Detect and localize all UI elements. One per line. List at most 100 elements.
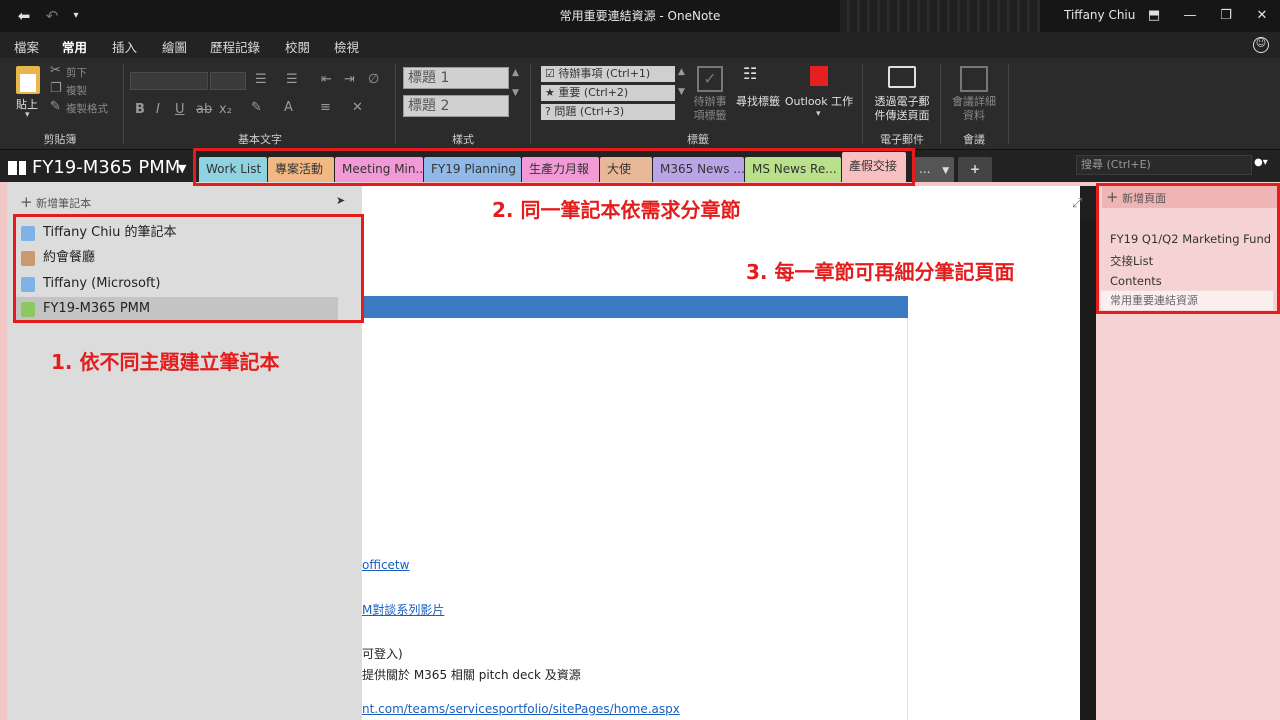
restore-button[interactable]: ❐ <box>1214 4 1238 28</box>
indent-icon[interactable]: ⇥ <box>344 72 355 87</box>
paste-icon[interactable] <box>16 66 40 94</box>
undo-icon[interactable]: ↶ <box>42 6 62 26</box>
numbered-list-icon[interactable]: ☰ <box>286 72 298 87</box>
annotation-sections: 2. 同一筆記本依需求分章節 <box>492 198 741 222</box>
section-more-label: ... <box>919 162 931 176</box>
content-link-text: M對談系列影片 <box>362 603 445 617</box>
add-section-button[interactable]: + <box>958 157 992 182</box>
delete-icon[interactable]: ✕ <box>352 100 363 115</box>
copy-button[interactable]: 複製 <box>66 83 87 98</box>
tab-review[interactable]: 校閱 <box>285 37 310 56</box>
highlight-icon[interactable]: ✎ <box>251 100 262 115</box>
feedback-smiley-icon[interactable]: ☺ <box>1253 37 1269 53</box>
canvas-scrollbar[interactable] <box>1080 222 1096 720</box>
bold-icon[interactable]: B <box>135 102 145 117</box>
todo-tag-button[interactable]: 待辦事 項標籤 <box>690 95 730 123</box>
pin-icon[interactable]: ➤ <box>336 194 345 207</box>
expand-icon[interactable]: ⤢ <box>1072 196 1082 211</box>
close-button[interactable]: ✕ <box>1250 4 1274 28</box>
group-label-basic-text: 基本文字 <box>238 133 282 146</box>
clear-formatting-icon[interactable]: ∅ <box>368 72 379 87</box>
minimize-button[interactable]: — <box>1178 4 1202 28</box>
tag-scroll-down-icon[interactable]: ▼ <box>678 87 685 97</box>
user-name[interactable]: Tiffany Chiu <box>1064 8 1135 22</box>
outlook-task-button[interactable]: Outlook 工作 <box>782 95 856 109</box>
tag-important[interactable]: ★ 重要 (Ctrl+2) <box>541 85 675 101</box>
window-title: 常用重要連結資源 - OneNote <box>559 9 721 23</box>
back-icon[interactable]: ⬅ <box>14 6 34 26</box>
ribbon-separator <box>940 64 941 144</box>
font-size-select[interactable] <box>210 72 246 90</box>
style-heading2[interactable]: 標題 2 <box>403 95 509 117</box>
italic-icon[interactable]: I <box>156 102 160 117</box>
format-painter-button[interactable]: 複製格式 <box>66 101 108 116</box>
content-link[interactable]: officetw <box>362 558 409 572</box>
meeting-details-line2: 資料 <box>963 109 985 122</box>
quick-access-dropdown-icon[interactable]: ▾ <box>66 6 86 26</box>
tag-question-label: 問題 (Ctrl+3) <box>554 105 625 118</box>
search-input[interactable]: 搜尋 (Ctrl+E) <box>1076 155 1252 175</box>
tab-draw[interactable]: 繪圖 <box>162 37 187 56</box>
ribbon-separator <box>862 64 863 144</box>
email-icon[interactable] <box>888 66 916 88</box>
paste-dropdown-icon[interactable]: ▾ <box>25 110 30 120</box>
email-page-line2: 件傳送頁面 <box>874 109 930 122</box>
copy-icon[interactable]: ❐ <box>50 81 62 96</box>
style-scroll-down-icon[interactable]: ▼ <box>512 88 519 98</box>
meeting-details-icon[interactable] <box>960 66 988 92</box>
ribbon-separator <box>530 64 531 144</box>
align-icon[interactable]: ≡ <box>320 100 331 115</box>
outlook-flag-icon[interactable] <box>810 66 828 86</box>
tab-insert[interactable]: 插入 <box>112 37 137 56</box>
tag-question[interactable]: ? 問題 (Ctrl+3) <box>541 104 675 120</box>
tag-todo[interactable]: ☑ 待辦事項 (Ctrl+1) <box>541 66 675 82</box>
todo-tag-icon[interactable]: ✓ <box>697 66 723 92</box>
ribbon-display-icon[interactable]: ⬒ <box>1142 4 1166 28</box>
tab-history[interactable]: 歷程記錄 <box>210 37 260 56</box>
meeting-details-button[interactable]: 會議詳細 資料 <box>946 95 1002 123</box>
underline-icon[interactable]: U <box>175 102 185 117</box>
title-decoration <box>840 0 1040 32</box>
outlook-dropdown-icon[interactable]: ▾ <box>816 109 821 119</box>
tag-scroll-up-icon[interactable]: ▲ <box>678 67 685 77</box>
outdent-icon[interactable]: ⇤ <box>321 72 332 87</box>
style-heading1[interactable]: 標題 1 <box>403 67 509 89</box>
annotation-notebooks: 1. 依不同主題建立筆記本 <box>51 350 280 374</box>
content-link[interactable]: M對談系列影片 <box>362 601 444 618</box>
notebook-icon[interactable] <box>8 161 26 175</box>
find-tags-icon[interactable]: ☷ <box>743 64 771 94</box>
tab-home[interactable]: 常用 <box>62 37 88 62</box>
find-tags-button[interactable]: 尋找標籤 <box>731 95 785 109</box>
notebook-dropdown-icon[interactable]: ▼ <box>178 162 186 175</box>
current-notebook[interactable]: FY19-M365 PMM <box>32 157 180 178</box>
group-label-meetings: 會議 <box>963 133 985 146</box>
cut-button[interactable]: 剪下 <box>66 65 87 80</box>
style-scroll-up-icon[interactable]: ▲ <box>512 68 519 78</box>
section-more-tab[interactable]: ... ▼ <box>912 157 954 182</box>
font-family-select[interactable] <box>130 72 208 90</box>
tab-file[interactable]: 檔案 <box>14 37 39 56</box>
tab-view[interactable]: 檢視 <box>334 37 359 56</box>
cut-icon[interactable]: ✂ <box>50 63 61 78</box>
subscript-icon[interactable]: x₂ <box>219 102 232 117</box>
bullet-list-icon[interactable]: ☰ <box>255 72 267 87</box>
format-painter-icon[interactable]: ✎ <box>50 99 61 114</box>
content-text: 提供關於 M365 相關 pitch deck 及資源 <box>362 668 581 682</box>
add-notebook-label: 新增筆記本 <box>36 197 92 210</box>
ribbon-separator <box>1008 64 1009 144</box>
group-label-clipboard: 剪貼簿 <box>43 133 77 146</box>
ribbon-separator <box>123 64 124 144</box>
content-text: 可登入) <box>362 647 403 661</box>
strikethrough-icon[interactable]: ab <box>196 102 212 117</box>
menu-bar <box>0 32 1280 58</box>
annotation-box-sections <box>193 148 915 186</box>
tag-todo-label: 待辦事項 (Ctrl+1) <box>558 67 651 80</box>
font-color-icon[interactable]: A <box>284 100 293 115</box>
add-notebook-button[interactable]: + 新增筆記本 <box>20 193 91 211</box>
search-scope-dropdown-icon[interactable]: ●▾ <box>1254 157 1268 168</box>
content-link[interactable]: nt.com/teams/servicesportfolio/sitePages… <box>362 702 680 716</box>
todo-tag-line2: 項標籤 <box>693 109 727 122</box>
todo-tag-line1: 待辦事 <box>693 95 727 108</box>
email-page-button[interactable]: 透過電子郵 件傳送頁面 <box>868 95 936 123</box>
section-more-dropdown-icon: ▼ <box>942 166 950 176</box>
